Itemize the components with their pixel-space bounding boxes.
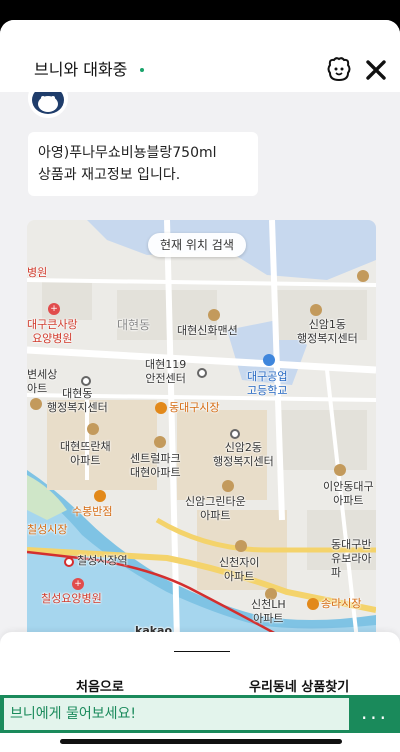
bot-message-bubble: 아영)푸나무쇼비뇽블랑750ml 상품과 재고정보 입니다.: [28, 132, 258, 196]
map-label-chilseong-market: 칠성시장: [27, 523, 68, 536]
map-background: [27, 220, 376, 632]
subway-station-pin-icon: [64, 557, 74, 567]
bottom-bar: 처음으로 우리동네 상품찾기 ...: [0, 632, 400, 752]
close-icon[interactable]: [364, 58, 388, 82]
map-label-sincheon-lh: 신천LH 아파트: [251, 598, 286, 625]
hospital-pin-icon: +: [72, 578, 84, 590]
apartment-pin-icon: [235, 540, 247, 552]
bot-avatar: [28, 92, 68, 118]
chat-header: 브니와 대화중: [0, 20, 400, 92]
map-label-ian-apt: 이안동대구 아파트: [323, 480, 374, 507]
hospital-pin-icon: +: [48, 303, 60, 315]
message-input-row: ...: [0, 695, 400, 733]
bubble-line-2: 상품과 재고정보 입니다.: [38, 167, 181, 183]
drag-handle[interactable]: [174, 651, 230, 652]
message-input[interactable]: [4, 698, 349, 730]
store-map[interactable]: 현재 위치 검색 병원 + 대구큰사랑 요양병원 대현동 대현신화맨션 신암1동…: [27, 220, 376, 632]
map-label-sinam1: 신암1동 행정복지센터: [297, 318, 358, 345]
map-label-daehyeon-apt: 대현뜨란채 아파트: [60, 440, 111, 467]
bubble-line-1: 아영)푸나무쇼비뇽블랑750ml: [38, 145, 217, 161]
apartment-pin-icon: [87, 423, 99, 435]
office-pin-icon: [230, 429, 240, 439]
go-start-button[interactable]: 처음으로: [76, 676, 124, 695]
apartment-pin-icon: [334, 464, 346, 476]
more-options-button[interactable]: ...: [350, 695, 400, 733]
fire-station-pin-icon: [197, 368, 207, 378]
restaurant-pin-icon: [94, 490, 106, 502]
map-label-hospital-top: 병원: [27, 266, 48, 279]
search-here-button[interactable]: 현재 위치 검색: [148, 233, 246, 257]
school-pin-icon: [263, 354, 275, 366]
apartment-pin-icon: [30, 398, 42, 410]
map-label-daehyeon119: 대현119 안전센터: [145, 358, 187, 385]
map-label-daehyeon-dong: 대현동: [117, 318, 151, 332]
mascot-face-icon[interactable]: [326, 56, 352, 82]
apartment-pin-icon: [208, 309, 220, 321]
market-pin-icon: [155, 402, 167, 414]
map-label-songra-market: 송라시장: [321, 597, 362, 610]
map-label-sinam-green: 신암그린타운 아파트: [185, 495, 246, 522]
map-label-daehyeon-shinhwa: 대현신화맨션: [177, 324, 238, 337]
apartment-pin-icon: [357, 270, 369, 282]
map-provider-logo: kakao: [135, 624, 173, 632]
apartment-pin-icon: [222, 480, 234, 492]
map-label-sincheon-xi: 신천자이 아파트: [219, 556, 260, 583]
office-pin-icon: [81, 376, 91, 386]
apartment-pin-icon: [310, 304, 322, 316]
map-label-chilseong-station: 칠성시장역: [77, 554, 128, 567]
map-label-sinam2: 신암2동 행정복지센터: [213, 441, 274, 468]
apartment-pin-icon: [154, 436, 166, 448]
find-local-products-button[interactable]: 우리동네 상품찾기: [249, 676, 349, 695]
chat-title: 브니와 대화중: [34, 60, 128, 79]
map-label-chilseong-hospital: 칠성요양병원: [41, 592, 102, 605]
map-label-subong: 수봉반점: [72, 505, 113, 518]
map-label-daehyeon-center: 대현동 행정복지센터: [47, 387, 108, 414]
online-status-dot: [140, 68, 144, 72]
map-label-dongdaegu-market: 동대구시장: [169, 401, 220, 414]
chat-messages[interactable]: 아영)푸나무쇼비뇽블랑750ml 상품과 재고정보 입니다. 현재 위치 검색 …: [0, 92, 400, 632]
chat-sheet: 브니와 대화중 아영)푸나무쇼비뇽블랑750ml 상품과 재고정보 입니다. 현…: [0, 20, 400, 752]
home-indicator: [60, 739, 342, 744]
map-label-central-park: 센트럴파크 대현아파트: [130, 452, 181, 479]
map-label-daegu-hospital: 대구큰사랑 요양병원: [27, 318, 78, 345]
market-pin-icon: [307, 598, 319, 610]
map-label-daegu-tech: 대구공업 고등학교: [247, 370, 288, 397]
map-label-dongdaegu-river: 동대구반 유보라아파: [331, 538, 372, 579]
